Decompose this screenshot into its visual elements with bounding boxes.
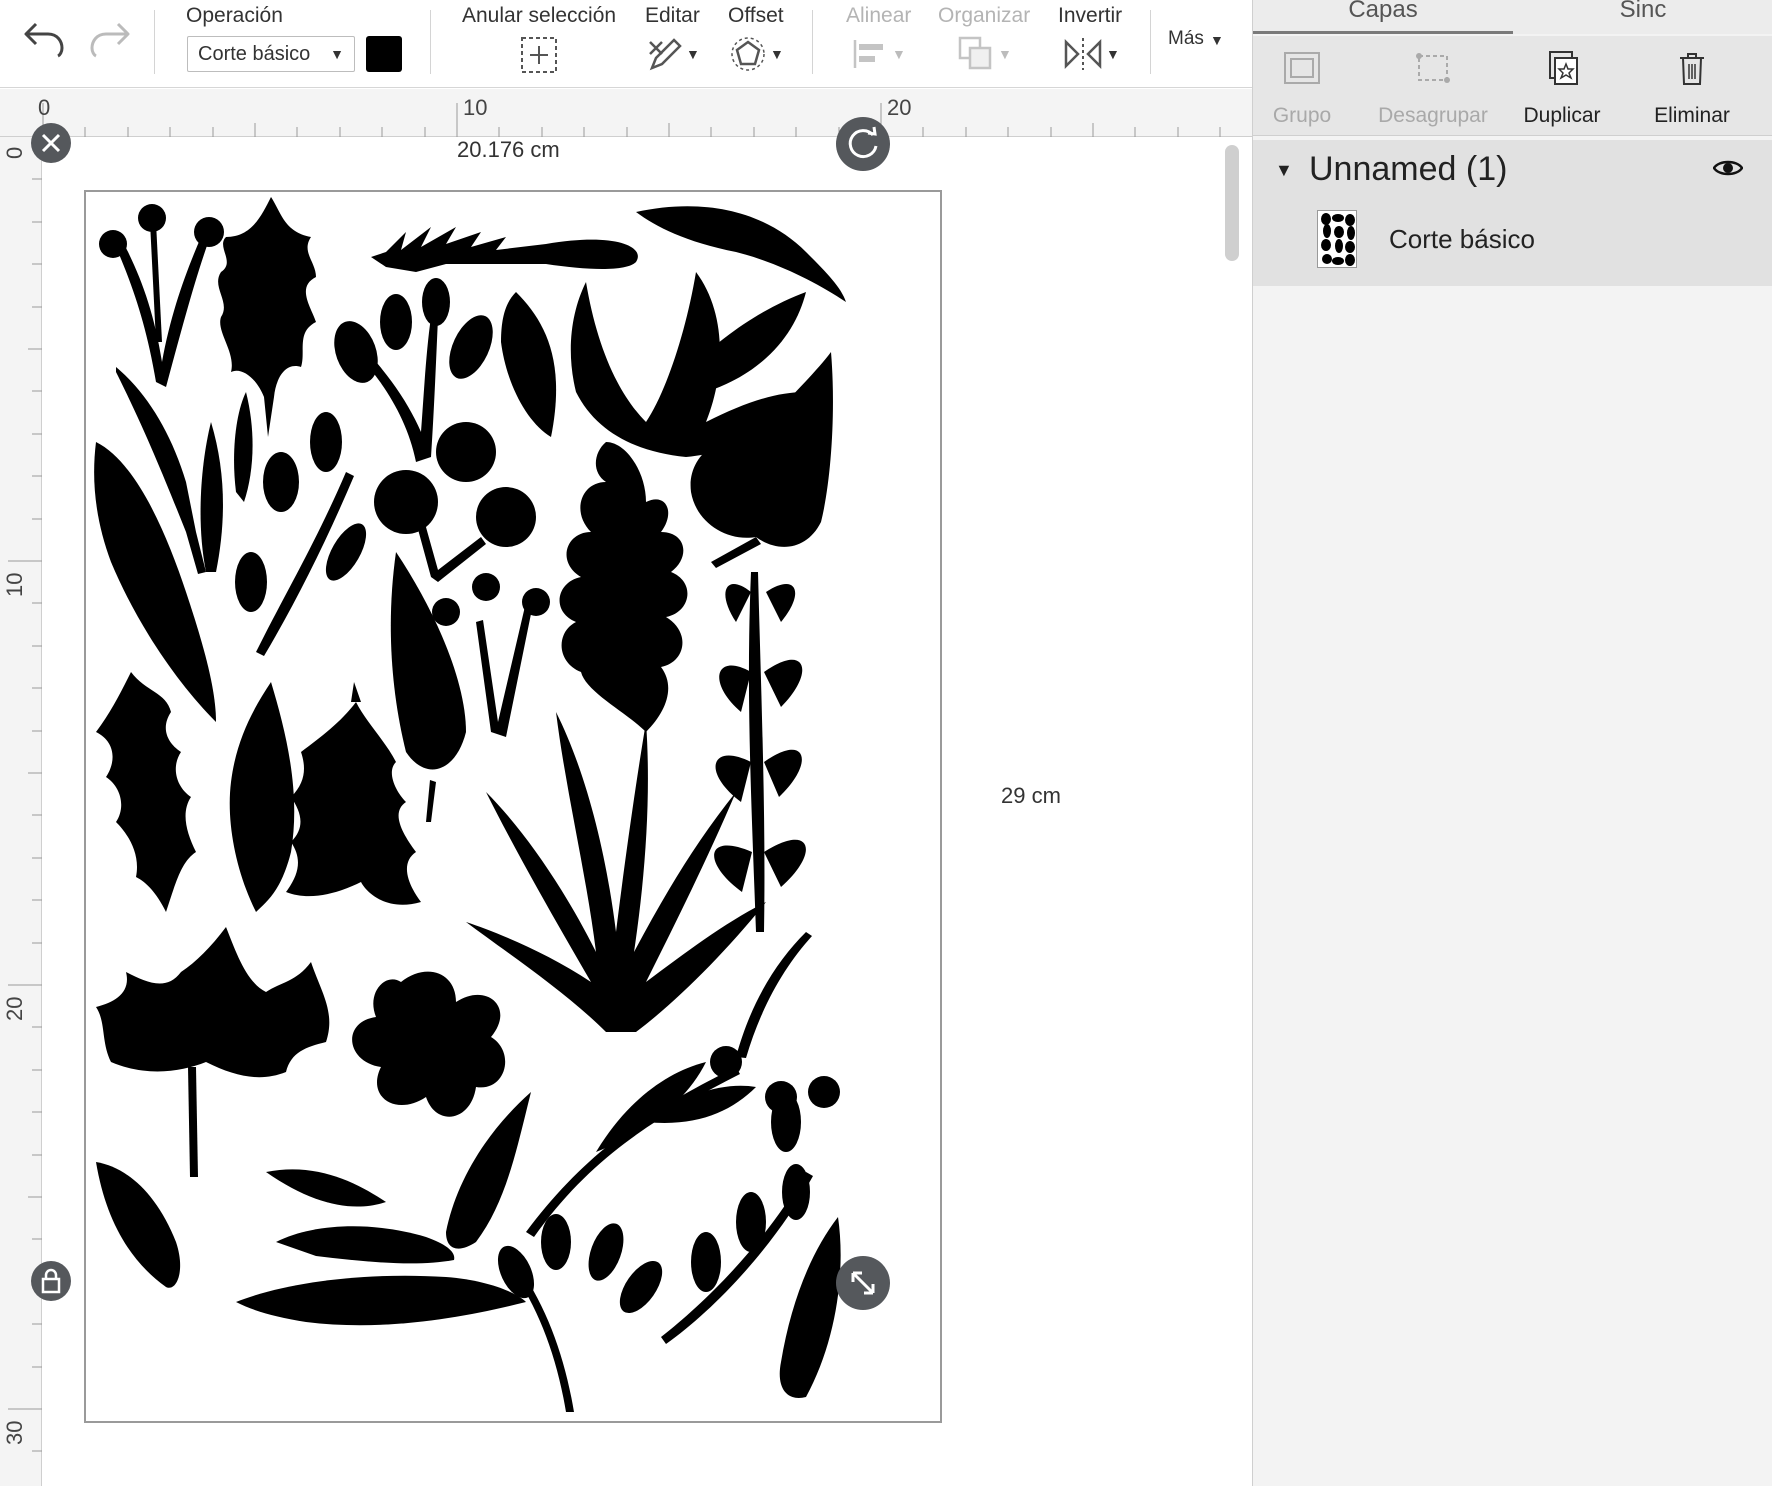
artwork-selection[interactable] xyxy=(84,190,942,1423)
height-dimension: 29 cm xyxy=(1001,783,1061,808)
ruler-label: 10 xyxy=(2,572,27,597)
group-icon xyxy=(1284,52,1320,84)
edit-label: Editar xyxy=(645,4,700,27)
ruler-top: 0 10 20 xyxy=(0,89,1252,137)
deselect-label: Anular selección xyxy=(462,4,617,27)
resize-icon xyxy=(851,1271,875,1295)
align-icon[interactable] xyxy=(852,38,888,70)
arrange-icon[interactable] xyxy=(958,36,994,72)
ruler-label: 30 xyxy=(2,1420,27,1445)
delete-button[interactable]: Eliminar xyxy=(1627,46,1757,136)
ungroup-icon xyxy=(1416,53,1450,83)
tab-layers[interactable]: Capas xyxy=(1253,0,1513,34)
toolbar-separator xyxy=(812,10,813,74)
toolbar-separator xyxy=(1150,10,1151,74)
ruler-label: 20 xyxy=(887,95,912,120)
flip-label: Invertir xyxy=(1058,4,1123,27)
width-dimension: 20.176 cm xyxy=(457,137,560,162)
duplicate-button[interactable]: Duplicar xyxy=(1497,46,1627,136)
ruler-label: 20 xyxy=(2,996,27,1021)
panel-tabs: Capas Sinc xyxy=(1253,0,1772,34)
lock-icon xyxy=(41,1268,61,1294)
toolbar-separator xyxy=(154,10,155,74)
ungroup-button[interactable]: Desagrupar xyxy=(1353,46,1513,136)
more-button[interactable]: Más xyxy=(1168,28,1204,50)
chevron-down-icon[interactable]: ▼ xyxy=(686,46,700,62)
ungroup-label: Desagrupar xyxy=(1378,104,1488,127)
vertical-scrollbar[interactable] xyxy=(1225,145,1239,261)
ruler-label: 0 xyxy=(38,95,51,120)
botanical-silhouettes-artwork xyxy=(94,197,846,1412)
lock-handle[interactable] xyxy=(31,1261,71,1301)
caret-down-icon[interactable]: ▼ xyxy=(1275,160,1293,181)
layer-item-name[interactable]: Corte básico xyxy=(1389,224,1535,255)
flip-icon[interactable] xyxy=(1064,36,1102,72)
chevron-down-icon[interactable]: ▼ xyxy=(998,46,1012,62)
delete-handle[interactable] xyxy=(31,123,71,163)
undo-icon[interactable] xyxy=(22,20,66,58)
ruler-label: 10 xyxy=(463,95,488,120)
layer-group[interactable]: ▼ Unnamed (1) Corte básico xyxy=(1253,140,1772,286)
redo-icon[interactable] xyxy=(88,20,132,58)
align-label: Alinear xyxy=(846,4,912,27)
tab-sync[interactable]: Sinc xyxy=(1513,0,1772,34)
chevron-down-icon[interactable]: ▼ xyxy=(770,46,784,62)
chevron-down-icon[interactable]: ▼ xyxy=(1106,46,1120,62)
design-canvas[interactable]: 20.176 cm 29 cm xyxy=(31,117,1252,1486)
edit-icon[interactable] xyxy=(646,34,686,74)
offset-icon[interactable] xyxy=(730,36,766,72)
trash-icon xyxy=(1680,53,1704,85)
layer-actions: Grupo Desagrupar Duplicar Eliminar xyxy=(1253,36,1772,136)
delete-label: Eliminar xyxy=(1654,104,1730,127)
ruler-label: 0 xyxy=(2,146,27,159)
group-button[interactable]: Grupo xyxy=(1237,46,1367,136)
resize-handle[interactable] xyxy=(836,1256,890,1310)
duplicate-icon xyxy=(1549,51,1578,85)
toolbar: Operación Corte básico ▼ Anular selecció… xyxy=(0,0,1252,88)
operation-label: Operación xyxy=(186,4,283,27)
offset-label: Offset xyxy=(728,4,784,27)
rotate-icon xyxy=(848,126,878,159)
layer-group-name: Unnamed (1) xyxy=(1309,150,1508,188)
layer-thumbnail-image xyxy=(1321,213,1355,266)
chevron-down-icon: ▼ xyxy=(330,46,344,62)
color-swatch[interactable] xyxy=(366,36,402,72)
close-icon xyxy=(41,133,61,153)
chevron-down-icon[interactable]: ▼ xyxy=(892,46,906,62)
layer-thumbnail xyxy=(1317,210,1357,268)
deselect-icon[interactable] xyxy=(520,36,558,74)
rotate-handle[interactable] xyxy=(836,117,890,171)
operation-select-value: Corte básico xyxy=(198,43,311,65)
operation-select[interactable]: Corte básico ▼ xyxy=(187,36,355,72)
ruler-ticks xyxy=(42,103,1221,137)
eye-icon[interactable] xyxy=(1713,158,1743,178)
toolbar-separator xyxy=(430,10,431,74)
duplicate-label: Duplicar xyxy=(1523,104,1601,127)
group-label: Grupo xyxy=(1272,104,1332,127)
chevron-down-icon[interactable]: ▼ xyxy=(1210,32,1224,48)
arrange-label: Organizar xyxy=(938,4,1031,27)
layers-panel: Capas Sinc Grupo Desagrupar Duplicar Eli… xyxy=(1252,0,1772,1486)
